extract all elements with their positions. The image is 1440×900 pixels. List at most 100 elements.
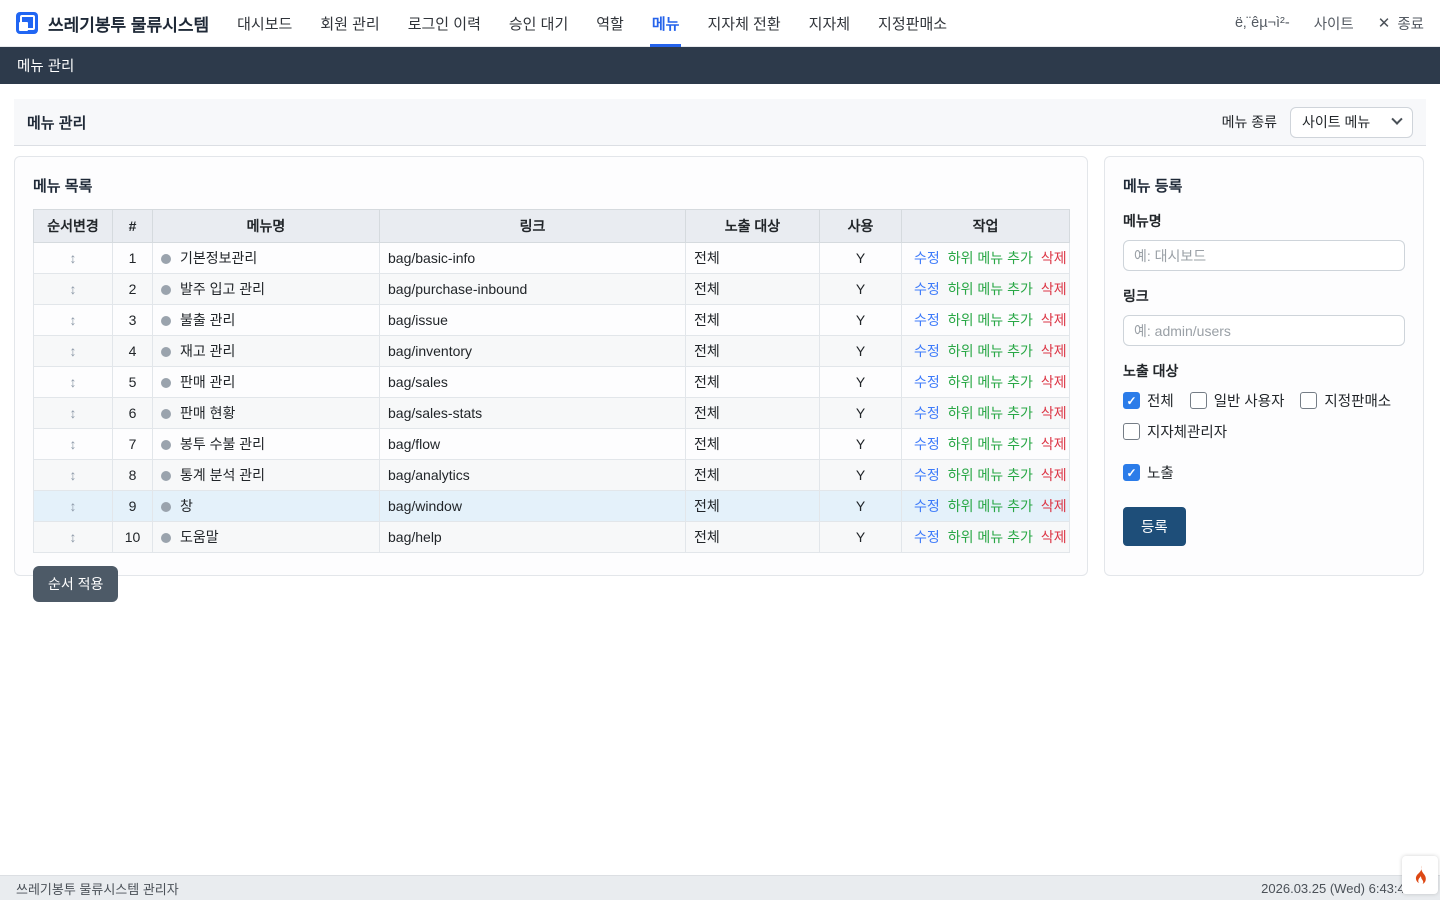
menu-bullet-icon <box>161 471 171 481</box>
reorder-handle-icon[interactable]: ↕ <box>70 281 77 297</box>
menu-register-title: 메뉴 등록 <box>1123 175 1405 196</box>
nav-item[interactable]: 지정판매소 <box>864 0 961 47</box>
delete-link[interactable]: 삭제 <box>1041 467 1067 483</box>
visible-checkbox-row: 노출 <box>1123 462 1405 483</box>
edit-link[interactable]: 수정 <box>914 498 940 514</box>
menu-target: 전체 <box>686 522 820 553</box>
reorder-handle-icon[interactable]: ↕ <box>70 436 77 452</box>
delete-link[interactable]: 삭제 <box>1041 312 1067 328</box>
add-submenu-link[interactable]: 하위 메뉴 추가 <box>948 529 1033 545</box>
menu-bullet-icon <box>161 533 171 543</box>
nav-item[interactable]: 역할 <box>582 0 638 47</box>
reorder-handle-icon[interactable]: ↕ <box>70 467 77 483</box>
delete-link[interactable]: 삭제 <box>1041 250 1067 266</box>
user-label: ë‚¨êµ¬ì²- <box>1235 15 1290 31</box>
nav-item[interactable]: 지자체 전환 <box>693 0 794 47</box>
reorder-handle-icon[interactable]: ↕ <box>70 498 77 514</box>
edit-link[interactable]: 수정 <box>914 374 940 390</box>
row-number: 8 <box>113 460 153 491</box>
menu-link: bag/window <box>380 491 686 522</box>
register-button[interactable]: 등록 <box>1123 507 1186 546</box>
add-submenu-link[interactable]: 하위 메뉴 추가 <box>948 374 1033 390</box>
add-submenu-link[interactable]: 하위 메뉴 추가 <box>948 467 1033 483</box>
reorder-handle-icon[interactable]: ↕ <box>70 250 77 266</box>
menu-use: Y <box>820 398 902 429</box>
menu-type-select[interactable]: 사이트 메뉴 <box>1290 107 1413 138</box>
nav-item[interactable]: 대시보드 <box>223 0 306 47</box>
debug-toolbar-button[interactable] <box>1402 856 1438 894</box>
edit-link[interactable]: 수정 <box>914 436 940 452</box>
nav-item[interactable]: 로그인 이력 <box>394 0 495 47</box>
add-submenu-link[interactable]: 하위 메뉴 추가 <box>948 281 1033 297</box>
col-menu-name: 메뉴명 <box>153 210 380 243</box>
delete-link[interactable]: 삭제 <box>1041 374 1067 390</box>
delete-link[interactable]: 삭제 <box>1041 343 1067 359</box>
add-submenu-link[interactable]: 하위 메뉴 추가 <box>948 343 1033 359</box>
row-number: 6 <box>113 398 153 429</box>
footer-admin-label: 쓰레기봉투 물류시스템 관리자 <box>16 879 179 898</box>
delete-link[interactable]: 삭제 <box>1041 529 1067 545</box>
menu-link: bag/purchase-inbound <box>380 274 686 305</box>
delete-link[interactable]: 삭제 <box>1041 436 1067 452</box>
main-content: 메뉴 목록 순서변경 # 메뉴명 링크 노출 대상 사용 작업 ↕1기본정보관리… <box>14 156 1426 576</box>
edit-link[interactable]: 수정 <box>914 405 940 421</box>
add-submenu-link[interactable]: 하위 메뉴 추가 <box>948 405 1033 421</box>
menu-name: 발주 입고 관리 <box>180 281 265 297</box>
breadcrumb: 메뉴 관리 <box>0 47 1440 84</box>
reorder-handle-icon[interactable]: ↕ <box>70 405 77 421</box>
add-submenu-link[interactable]: 하위 메뉴 추가 <box>948 250 1033 266</box>
reorder-handle-icon[interactable]: ↕ <box>70 374 77 390</box>
actions-cell: 수정 하위 메뉴 추가 삭제 <box>902 274 1070 305</box>
visible-checkbox[interactable]: 노출 <box>1123 462 1174 483</box>
menu-type-label: 메뉴 종류 <box>1222 112 1277 132</box>
table-row: ↕3불출 관리bag/issue전체Y수정하위 메뉴 추가삭제 <box>34 305 1070 336</box>
actions-cell: 수정 하위 메뉴 추가 삭제 <box>902 336 1070 367</box>
edit-link[interactable]: 수정 <box>914 343 940 359</box>
menu-bullet-icon <box>161 347 171 357</box>
menu-name-label: 메뉴명 <box>1123 211 1405 231</box>
menu-register-card: 메뉴 등록 메뉴명 링크 노출 대상 전체일반 사용자지정판매소지자체관리자 노… <box>1104 156 1424 576</box>
menu-bullet-icon <box>161 409 171 419</box>
delete-link[interactable]: 삭제 <box>1041 498 1067 514</box>
edit-link[interactable]: 수정 <box>914 250 940 266</box>
nav-item[interactable]: 회원 관리 <box>306 0 393 47</box>
menu-name: 도움말 <box>180 529 219 545</box>
target-checkbox[interactable]: 전체 <box>1123 390 1174 411</box>
menu-bullet-icon <box>161 440 171 450</box>
nav-item[interactable]: 메뉴 <box>638 0 694 47</box>
actions-cell: 수정 하위 메뉴 추가 삭제 <box>902 491 1070 522</box>
delete-link[interactable]: 삭제 <box>1041 405 1067 421</box>
reorder-cell: ↕ <box>34 243 113 274</box>
menu-link: bag/basic-info <box>380 243 686 274</box>
delete-link[interactable]: 삭제 <box>1041 281 1067 297</box>
edit-link[interactable]: 수정 <box>914 281 940 297</box>
target-checkbox[interactable]: 지자체관리자 <box>1123 421 1227 442</box>
table-row: ↕6판매 현황bag/sales-stats전체Y수정하위 메뉴 추가삭제 <box>34 398 1070 429</box>
menu-name-input[interactable] <box>1123 240 1405 271</box>
add-submenu-link[interactable]: 하위 메뉴 추가 <box>948 436 1033 452</box>
reorder-cell: ↕ <box>34 522 113 553</box>
target-checkbox[interactable]: 지정판매소 <box>1300 390 1391 411</box>
edit-link[interactable]: 수정 <box>914 312 940 328</box>
flame-icon <box>1410 864 1430 886</box>
menu-bullet-icon <box>161 502 171 512</box>
edit-link[interactable]: 수정 <box>914 467 940 483</box>
col-reorder: 순서변경 <box>34 210 113 243</box>
target-checkbox[interactable]: 일반 사용자 <box>1190 390 1285 411</box>
edit-link[interactable]: 수정 <box>914 529 940 545</box>
menu-link-input[interactable] <box>1123 315 1405 346</box>
add-submenu-link[interactable]: 하위 메뉴 추가 <box>948 312 1033 328</box>
reorder-handle-icon[interactable]: ↕ <box>70 312 77 328</box>
logout-button[interactable]: ✕ 종료 <box>1378 13 1424 34</box>
reorder-handle-icon[interactable]: ↕ <box>70 529 77 545</box>
nav-item[interactable]: 지자체 <box>795 0 864 47</box>
nav-item[interactable]: 승인 대기 <box>495 0 582 47</box>
reorder-handle-icon[interactable]: ↕ <box>70 343 77 359</box>
row-number: 9 <box>113 491 153 522</box>
menu-use: Y <box>820 491 902 522</box>
add-submenu-link[interactable]: 하위 메뉴 추가 <box>948 498 1033 514</box>
menu-name-cell: 통계 분석 관리 <box>153 460 380 491</box>
apply-order-button[interactable]: 순서 적용 <box>33 566 118 602</box>
site-link[interactable]: 사이트 <box>1314 13 1354 34</box>
reorder-cell: ↕ <box>34 398 113 429</box>
